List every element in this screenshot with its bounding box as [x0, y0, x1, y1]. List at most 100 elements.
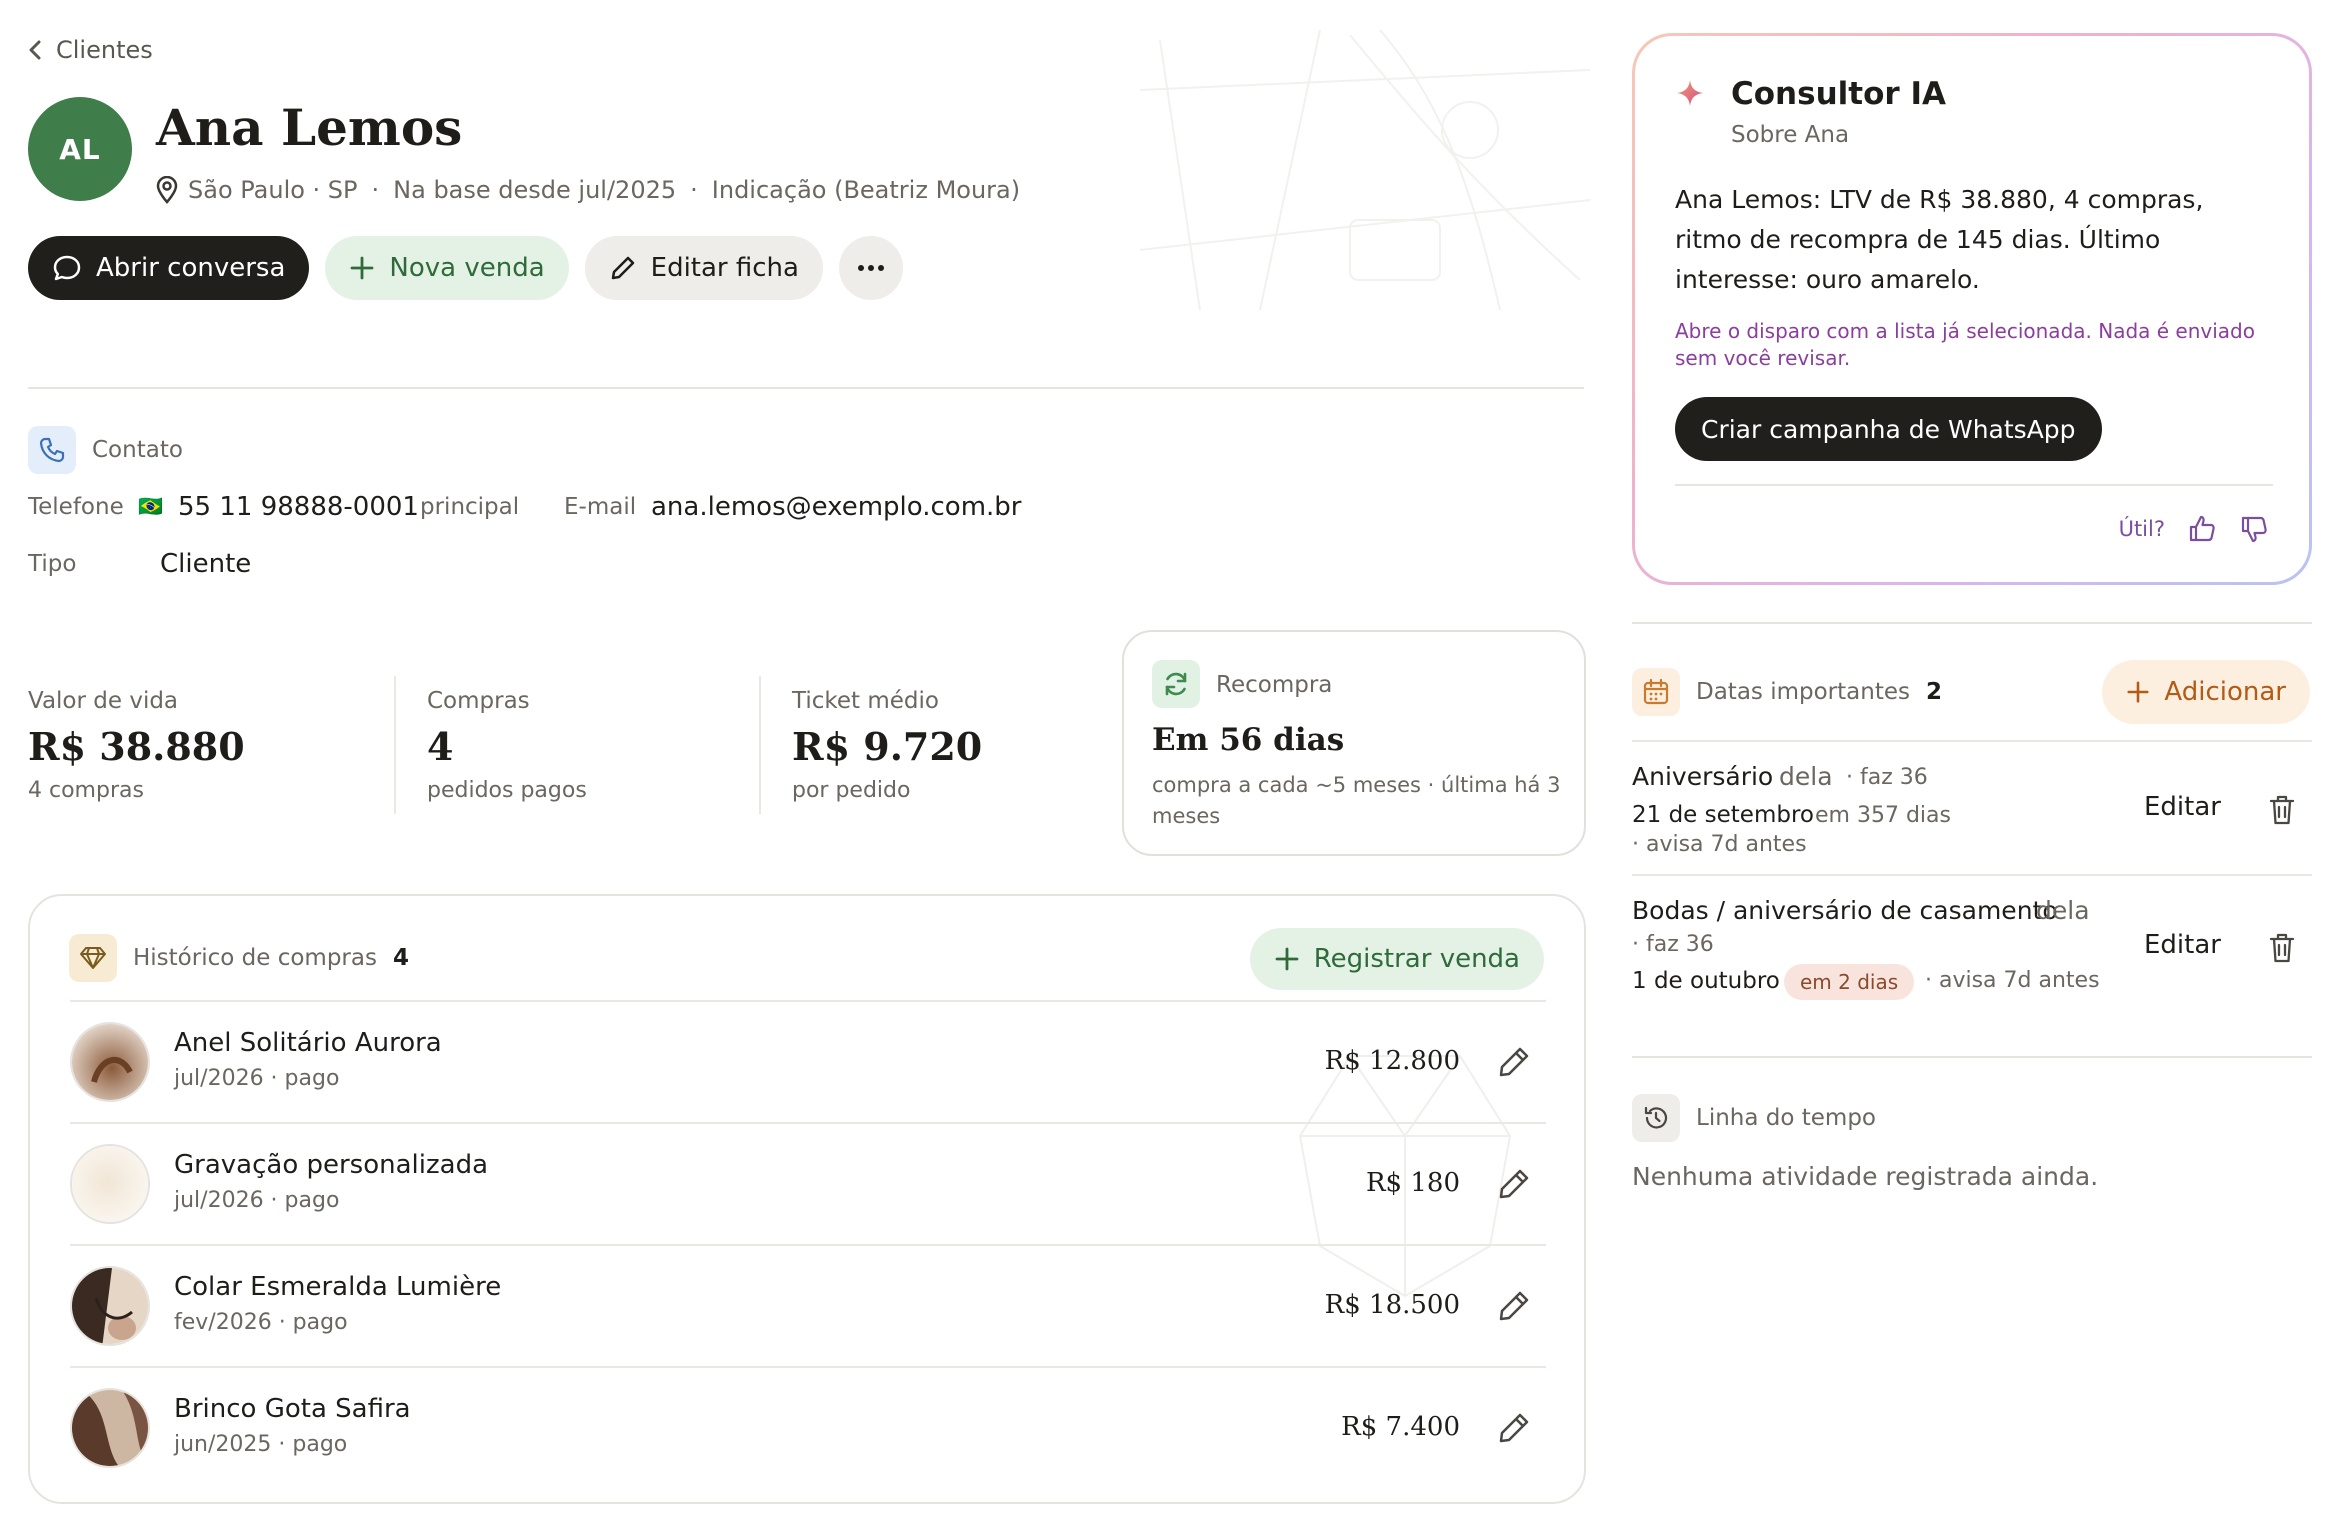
date-notice: · avisa 7d antes [1632, 832, 1807, 857]
add-date-button[interactable]: Adicionar [2102, 660, 2310, 724]
customer-name: Ana Lemos [156, 98, 463, 157]
product-price: R$ 18.500 [1324, 1290, 1460, 1320]
date-notice: · avisa 7d antes [1925, 968, 2100, 993]
email-label: E-mail [564, 494, 637, 520]
email-value[interactable]: ana.lemos@exemplo.com.br [651, 492, 1022, 522]
ai-summary: Ana Lemos: LTV de R$ 38.880, 4 compras, … [1675, 185, 2204, 294]
plus-icon [350, 256, 374, 280]
dates-count: 2 [1925, 679, 1942, 705]
new-sale-label: Nova venda [389, 253, 545, 283]
timeline-empty-message: Nenhuma atividade registrada ainda. [1632, 1162, 2099, 1191]
ai-title: Consultor IA [1731, 76, 1946, 112]
create-whatsapp-campaign-button[interactable]: Criar campanha de WhatsApp [1675, 397, 2102, 461]
product-thumbnail [70, 1022, 150, 1102]
customer-meta: São Paulo · SP · Na base desde jul/2025 … [156, 176, 1020, 204]
history-title: Histórico de compras [133, 945, 377, 971]
header-actions: Abrir conversa Nova venda Editar ficha [28, 236, 903, 300]
feedback-label: Útil? [2118, 517, 2165, 541]
purchase-row[interactable]: Gravação personalizada jul/2026 · pago R… [70, 1122, 1546, 1244]
purchase-row[interactable]: Colar Esmeralda Lumière fev/2026 · pago … [70, 1244, 1546, 1366]
ltv-label: Valor de vida [28, 688, 179, 714]
product-thumbnail [70, 1266, 150, 1346]
thumbs-up-icon[interactable] [2187, 514, 2217, 544]
product-sub: jul/2026 · pago [174, 1066, 340, 1091]
customer-location: São Paulo · SP [188, 176, 358, 204]
product-thumbnail [70, 1388, 150, 1468]
pencil-icon[interactable] [1496, 1288, 1532, 1324]
trash-icon[interactable] [2266, 931, 2298, 965]
purchase-row[interactable]: Anel Solitário Aurora jul/2026 · pago R$… [70, 1000, 1546, 1122]
ltv-sub: 4 compras [28, 778, 144, 803]
date-divider [1632, 740, 2312, 742]
ticket-value: R$ 9.720 [792, 724, 983, 769]
customer-referral: Indicação (Beatriz Moura) [711, 176, 1021, 204]
date-countdown: em 357 dias [1815, 803, 1951, 828]
avatar: AL [28, 97, 132, 201]
customer-since: Na base desde jul/2025 [393, 176, 677, 204]
pencil-icon[interactable] [1496, 1166, 1532, 1202]
edit-date-button[interactable]: Editar [2144, 792, 2221, 822]
phone-label: Telefone [28, 494, 124, 520]
product-sub: jul/2026 · pago [174, 1188, 340, 1213]
ai-divider [1675, 484, 2273, 486]
date-age: · faz 36 [1846, 765, 1928, 790]
ltv-value: R$ 38.880 [28, 724, 245, 769]
history-count: 4 [392, 945, 409, 971]
product-price: R$ 7.400 [1341, 1412, 1460, 1442]
open-chat-button[interactable]: Abrir conversa [28, 236, 310, 300]
product-price: R$ 180 [1365, 1168, 1460, 1198]
product-name: Anel Solitário Aurora [174, 1028, 442, 1058]
repurchase-label: Recompra [1216, 672, 1333, 698]
timeline-divider [1632, 1056, 2312, 1058]
pencil-icon[interactable] [1496, 1410, 1532, 1446]
more-options-button[interactable] [838, 236, 903, 300]
date-value: 21 de setembro [1632, 802, 1814, 828]
purchases-value: 4 [427, 724, 454, 769]
type-label: Tipo [28, 551, 77, 577]
timeline-heading: Linha do tempo [1632, 1094, 1876, 1142]
register-sale-button[interactable]: Registrar venda [1249, 928, 1544, 990]
history-heading: Histórico de compras 4 [69, 934, 409, 982]
sparkle-icon [1677, 80, 1703, 106]
pencil-icon [611, 256, 634, 280]
edit-record-label: Editar ficha [650, 253, 799, 283]
ai-consultant-card: Consultor IA Sobre Ana Ana Lemos: LTV de… [1632, 33, 2312, 585]
phone-value[interactable]: 55 11 98888-0001 [178, 492, 419, 522]
product-name: Colar Esmeralda Lumière [174, 1272, 502, 1302]
purchase-row[interactable]: Brinco Gota Safira jun/2025 · pago R$ 7.… [70, 1366, 1546, 1488]
plus-icon [2127, 681, 2149, 703]
repurchase-card: Recompra Em 56 dias compra a cada ~5 mes… [1122, 630, 1586, 856]
ai-subtitle: Sobre Ana [1731, 122, 1850, 148]
dates-title: Datas importantes [1696, 679, 1910, 705]
back-to-clients-link[interactable]: Clientes [28, 36, 153, 64]
dates-heading: Datas importantes 2 [1632, 668, 1942, 716]
chat-bubble-icon [53, 255, 81, 281]
phone-icon [28, 426, 76, 474]
date-name: Bodas / aniversário de casamento [1632, 896, 2058, 925]
purchase-history-card: Histórico de compras 4 Registrar venda A… [28, 894, 1586, 1504]
location-pin-icon [156, 176, 178, 204]
ai-note: Abre o disparo com a lista já selecionad… [1675, 319, 2255, 370]
date-value: 1 de outubro [1632, 968, 1780, 994]
chevron-left-icon [29, 40, 41, 60]
back-label: Clientes [56, 36, 153, 64]
register-sale-label: Registrar venda [1313, 944, 1520, 974]
edit-record-button[interactable]: Editar ficha [584, 236, 823, 300]
repurchase-sub-line1: compra a cada ~5 meses · última há 3 [1152, 773, 1561, 797]
dates-top-divider [1632, 622, 2312, 624]
stat-separator [394, 676, 396, 814]
refresh-icon [1152, 660, 1200, 708]
new-sale-button[interactable]: Nova venda [325, 236, 569, 300]
plus-icon [1275, 947, 1299, 971]
edit-date-button[interactable]: Editar [2144, 930, 2221, 960]
stat-separator [759, 676, 761, 814]
date-divider [1632, 874, 2312, 876]
thumbs-down-icon[interactable] [2239, 514, 2269, 544]
product-sub: jun/2025 · pago [174, 1432, 348, 1457]
trash-icon[interactable] [2266, 793, 2298, 827]
date-name: Aniversário [1632, 762, 1774, 791]
repurchase-sub: compra a cada ~5 meses · última há 3 mes… [1152, 770, 1560, 832]
pencil-icon[interactable] [1496, 1044, 1532, 1080]
repurchase-sub-line2: meses [1152, 804, 1221, 828]
type-value: Cliente [160, 549, 252, 579]
